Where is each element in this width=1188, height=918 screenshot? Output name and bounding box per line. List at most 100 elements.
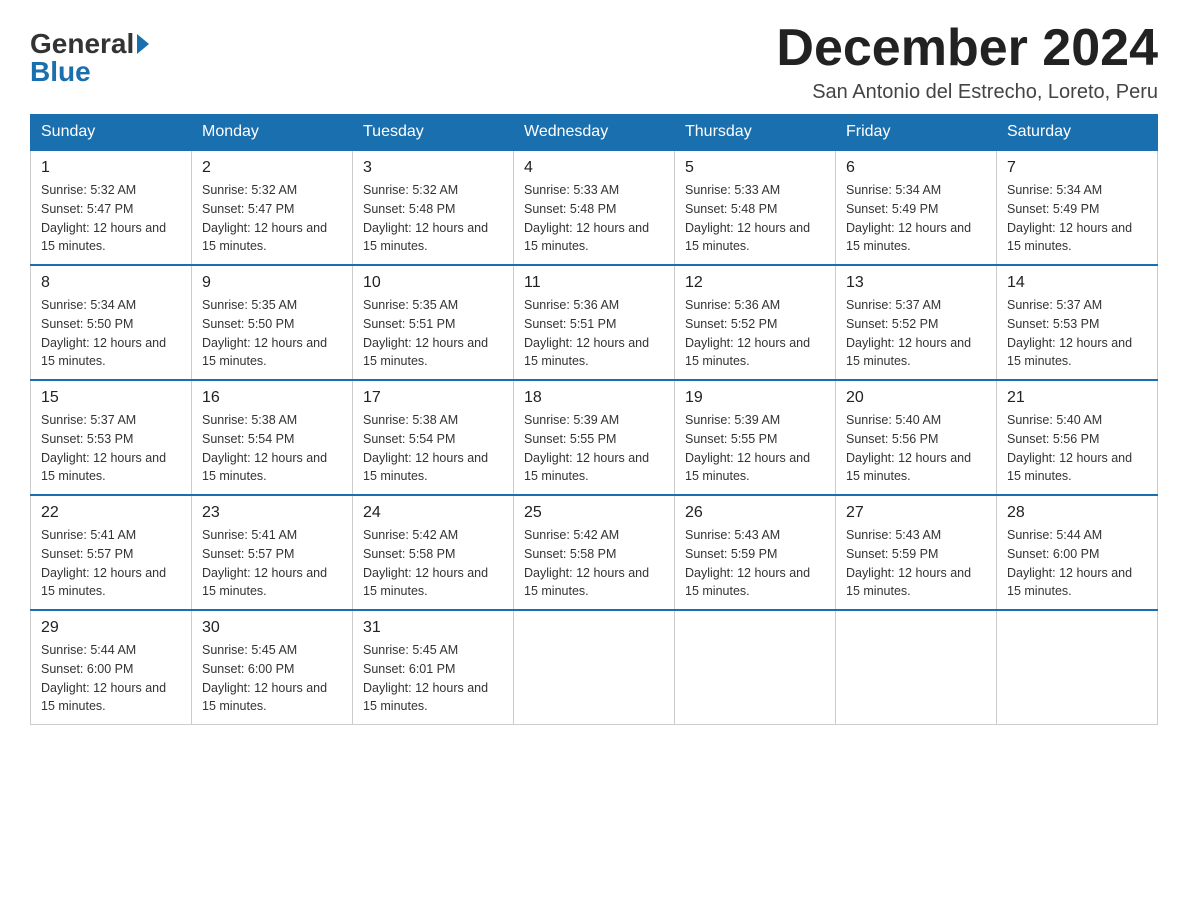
calendar-header-row: Sunday Monday Tuesday Wednesday Thursday… [31,115,1158,151]
calendar-cell: 28 Sunrise: 5:44 AMSunset: 6:00 PMDaylig… [997,495,1158,610]
day-info: Sunrise: 5:38 AMSunset: 5:54 PMDaylight:… [363,413,488,483]
week-row-4: 22 Sunrise: 5:41 AMSunset: 5:57 PMDaylig… [31,495,1158,610]
calendar-cell: 8 Sunrise: 5:34 AMSunset: 5:50 PMDayligh… [31,265,192,380]
day-number: 2 [202,159,342,177]
col-thursday: Thursday [675,115,836,151]
day-number: 18 [524,389,664,407]
week-row-3: 15 Sunrise: 5:37 AMSunset: 5:53 PMDaylig… [31,380,1158,495]
calendar-cell: 6 Sunrise: 5:34 AMSunset: 5:49 PMDayligh… [836,150,997,265]
day-number: 16 [202,389,342,407]
calendar-cell: 24 Sunrise: 5:42 AMSunset: 5:58 PMDaylig… [353,495,514,610]
day-info: Sunrise: 5:42 AMSunset: 5:58 PMDaylight:… [363,528,488,598]
week-row-1: 1 Sunrise: 5:32 AMSunset: 5:47 PMDayligh… [31,150,1158,265]
day-number: 27 [846,504,986,522]
day-number: 24 [363,504,503,522]
day-info: Sunrise: 5:40 AMSunset: 5:56 PMDaylight:… [1007,413,1132,483]
day-info: Sunrise: 5:33 AMSunset: 5:48 PMDaylight:… [524,183,649,253]
day-info: Sunrise: 5:37 AMSunset: 5:53 PMDaylight:… [41,413,166,483]
day-info: Sunrise: 5:32 AMSunset: 5:48 PMDaylight:… [363,183,488,253]
day-number: 25 [524,504,664,522]
day-number: 31 [363,619,503,637]
calendar-cell: 17 Sunrise: 5:38 AMSunset: 5:54 PMDaylig… [353,380,514,495]
day-info: Sunrise: 5:42 AMSunset: 5:58 PMDaylight:… [524,528,649,598]
day-number: 17 [363,389,503,407]
calendar-cell: 3 Sunrise: 5:32 AMSunset: 5:48 PMDayligh… [353,150,514,265]
calendar-cell: 25 Sunrise: 5:42 AMSunset: 5:58 PMDaylig… [514,495,675,610]
day-info: Sunrise: 5:34 AMSunset: 5:49 PMDaylight:… [846,183,971,253]
day-number: 20 [846,389,986,407]
day-info: Sunrise: 5:41 AMSunset: 5:57 PMDaylight:… [202,528,327,598]
day-number: 12 [685,274,825,292]
day-number: 15 [41,389,181,407]
day-number: 5 [685,159,825,177]
day-info: Sunrise: 5:43 AMSunset: 5:59 PMDaylight:… [685,528,810,598]
day-number: 10 [363,274,503,292]
calendar-cell: 5 Sunrise: 5:33 AMSunset: 5:48 PMDayligh… [675,150,836,265]
calendar-cell: 11 Sunrise: 5:36 AMSunset: 5:51 PMDaylig… [514,265,675,380]
col-sunday: Sunday [31,115,192,151]
day-info: Sunrise: 5:32 AMSunset: 5:47 PMDaylight:… [202,183,327,253]
calendar-cell [675,610,836,725]
title-section: December 2024 San Antonio del Estrecho, … [776,20,1158,104]
day-number: 14 [1007,274,1147,292]
week-row-2: 8 Sunrise: 5:34 AMSunset: 5:50 PMDayligh… [31,265,1158,380]
day-info: Sunrise: 5:34 AMSunset: 5:50 PMDaylight:… [41,298,166,368]
location-title: San Antonio del Estrecho, Loreto, Peru [776,81,1158,104]
day-number: 13 [846,274,986,292]
calendar-cell: 22 Sunrise: 5:41 AMSunset: 5:57 PMDaylig… [31,495,192,610]
logo: General Blue [30,20,149,88]
day-info: Sunrise: 5:38 AMSunset: 5:54 PMDaylight:… [202,413,327,483]
day-info: Sunrise: 5:39 AMSunset: 5:55 PMDaylight:… [524,413,649,483]
calendar-cell: 21 Sunrise: 5:40 AMSunset: 5:56 PMDaylig… [997,380,1158,495]
calendar-cell: 31 Sunrise: 5:45 AMSunset: 6:01 PMDaylig… [353,610,514,725]
calendar-cell: 1 Sunrise: 5:32 AMSunset: 5:47 PMDayligh… [31,150,192,265]
col-tuesday: Tuesday [353,115,514,151]
calendar-cell: 16 Sunrise: 5:38 AMSunset: 5:54 PMDaylig… [192,380,353,495]
day-number: 1 [41,159,181,177]
calendar-cell: 19 Sunrise: 5:39 AMSunset: 5:55 PMDaylig… [675,380,836,495]
day-number: 22 [41,504,181,522]
day-number: 19 [685,389,825,407]
logo-blue-text: Blue [30,56,91,88]
day-info: Sunrise: 5:37 AMSunset: 5:53 PMDaylight:… [1007,298,1132,368]
calendar-cell: 18 Sunrise: 5:39 AMSunset: 5:55 PMDaylig… [514,380,675,495]
day-info: Sunrise: 5:33 AMSunset: 5:48 PMDaylight:… [685,183,810,253]
day-info: Sunrise: 5:44 AMSunset: 6:00 PMDaylight:… [1007,528,1132,598]
day-info: Sunrise: 5:41 AMSunset: 5:57 PMDaylight:… [41,528,166,598]
calendar-cell: 20 Sunrise: 5:40 AMSunset: 5:56 PMDaylig… [836,380,997,495]
month-title: December 2024 [776,20,1158,77]
calendar-cell: 23 Sunrise: 5:41 AMSunset: 5:57 PMDaylig… [192,495,353,610]
day-number: 9 [202,274,342,292]
day-number: 8 [41,274,181,292]
calendar-cell: 12 Sunrise: 5:36 AMSunset: 5:52 PMDaylig… [675,265,836,380]
day-number: 6 [846,159,986,177]
day-number: 30 [202,619,342,637]
day-info: Sunrise: 5:36 AMSunset: 5:51 PMDaylight:… [524,298,649,368]
col-wednesday: Wednesday [514,115,675,151]
calendar-cell: 26 Sunrise: 5:43 AMSunset: 5:59 PMDaylig… [675,495,836,610]
calendar-cell: 9 Sunrise: 5:35 AMSunset: 5:50 PMDayligh… [192,265,353,380]
day-number: 28 [1007,504,1147,522]
day-info: Sunrise: 5:44 AMSunset: 6:00 PMDaylight:… [41,643,166,713]
calendar-cell [997,610,1158,725]
logo-arrow-icon [137,34,149,54]
day-number: 7 [1007,159,1147,177]
col-saturday: Saturday [997,115,1158,151]
calendar-cell: 13 Sunrise: 5:37 AMSunset: 5:52 PMDaylig… [836,265,997,380]
calendar-cell: 4 Sunrise: 5:33 AMSunset: 5:48 PMDayligh… [514,150,675,265]
day-info: Sunrise: 5:45 AMSunset: 6:01 PMDaylight:… [363,643,488,713]
day-number: 26 [685,504,825,522]
calendar-cell: 14 Sunrise: 5:37 AMSunset: 5:53 PMDaylig… [997,265,1158,380]
day-info: Sunrise: 5:37 AMSunset: 5:52 PMDaylight:… [846,298,971,368]
calendar-cell: 15 Sunrise: 5:37 AMSunset: 5:53 PMDaylig… [31,380,192,495]
calendar-cell [514,610,675,725]
calendar-table: Sunday Monday Tuesday Wednesday Thursday… [30,114,1158,725]
day-info: Sunrise: 5:39 AMSunset: 5:55 PMDaylight:… [685,413,810,483]
day-number: 3 [363,159,503,177]
col-friday: Friday [836,115,997,151]
calendar-cell: 10 Sunrise: 5:35 AMSunset: 5:51 PMDaylig… [353,265,514,380]
week-row-5: 29 Sunrise: 5:44 AMSunset: 6:00 PMDaylig… [31,610,1158,725]
day-info: Sunrise: 5:40 AMSunset: 5:56 PMDaylight:… [846,413,971,483]
calendar-cell: 2 Sunrise: 5:32 AMSunset: 5:47 PMDayligh… [192,150,353,265]
day-info: Sunrise: 5:43 AMSunset: 5:59 PMDaylight:… [846,528,971,598]
